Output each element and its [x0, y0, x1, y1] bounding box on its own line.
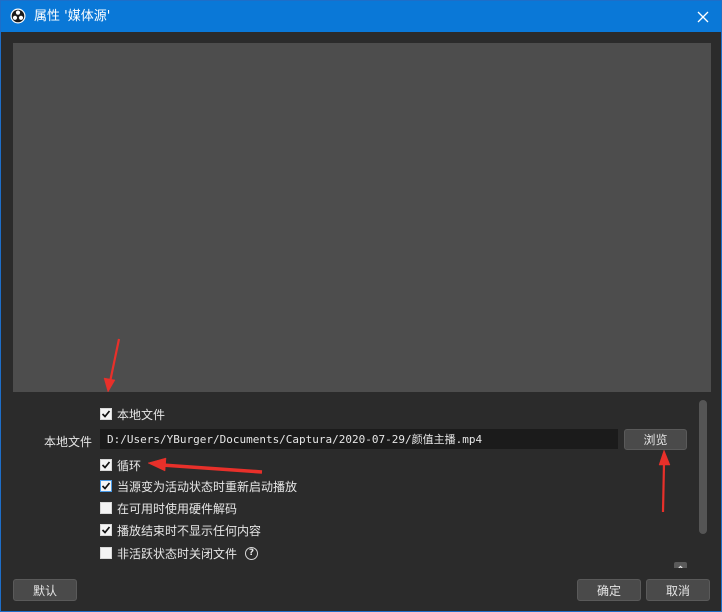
ok-button[interactable]: 确定 — [577, 579, 641, 601]
checkmark-icon — [101, 461, 111, 469]
title-bar: 属性 '媒体源' — [1, 1, 721, 32]
browse-button[interactable]: 浏览 — [624, 429, 687, 450]
hide-on-end-label: 播放结束时不显示任何内容 — [117, 523, 262, 538]
checkmark-icon — [101, 482, 111, 490]
close-when-inactive-checkbox[interactable]: 非活跃状态时关闭文件 ? — [100, 544, 259, 562]
local-file-label: 本地文件 — [44, 435, 93, 449]
checkmark-icon — [101, 526, 111, 534]
checkmark-icon — [101, 410, 111, 418]
hardware-decode-checkbox[interactable]: 在可用时使用硬件解码 — [100, 499, 237, 517]
dialog-footer: 默认 确定 取消 — [1, 573, 721, 611]
properties-panel: 本地文件 本地文件 浏览 循环 当源变为活动状态时重新启动播放 在可用时使用硬件… — [1, 392, 721, 568]
loop-checkbox[interactable]: 循环 — [100, 456, 141, 474]
help-icon[interactable]: ? — [245, 546, 259, 560]
close-when-inactive-label: 非活跃状态时关闭文件 — [117, 546, 238, 561]
source-preview — [13, 43, 711, 392]
checkbox-box[interactable] — [100, 408, 112, 420]
obs-logo-icon — [10, 8, 26, 24]
speed-control-partial[interactable] — [629, 562, 687, 568]
checkbox-box[interactable] — [100, 459, 112, 471]
default-button[interactable]: 默认 — [13, 579, 77, 601]
close-icon — [697, 11, 709, 22]
checkbox-box[interactable] — [100, 480, 112, 492]
properties-scrollbar[interactable] — [699, 400, 707, 534]
window-title: 属性 '媒体源' — [34, 9, 111, 24]
local-file-checkbox-label: 本地文件 — [117, 407, 166, 422]
checkbox-box[interactable] — [100, 547, 112, 559]
restart-on-activate-label: 当源变为活动状态时重新启动播放 — [117, 479, 298, 494]
checkbox-box[interactable] — [100, 502, 112, 514]
local-file-path-input[interactable] — [100, 429, 618, 449]
properties-dialog: 属性 '媒体源' 本地文件 本地文件 浏览 循环 当源 — [0, 0, 722, 612]
spin-up-icon — [674, 562, 687, 568]
restart-on-activate-checkbox[interactable]: 当源变为活动状态时重新启动播放 — [100, 477, 297, 495]
hide-on-end-checkbox[interactable]: 播放结束时不显示任何内容 — [100, 521, 261, 539]
hardware-decode-label: 在可用时使用硬件解码 — [117, 501, 238, 516]
local-file-checkbox[interactable]: 本地文件 — [100, 405, 165, 423]
close-button[interactable] — [685, 1, 721, 32]
checkbox-box[interactable] — [100, 524, 112, 536]
loop-checkbox-label: 循环 — [117, 458, 142, 473]
cancel-button[interactable]: 取消 — [646, 579, 710, 601]
